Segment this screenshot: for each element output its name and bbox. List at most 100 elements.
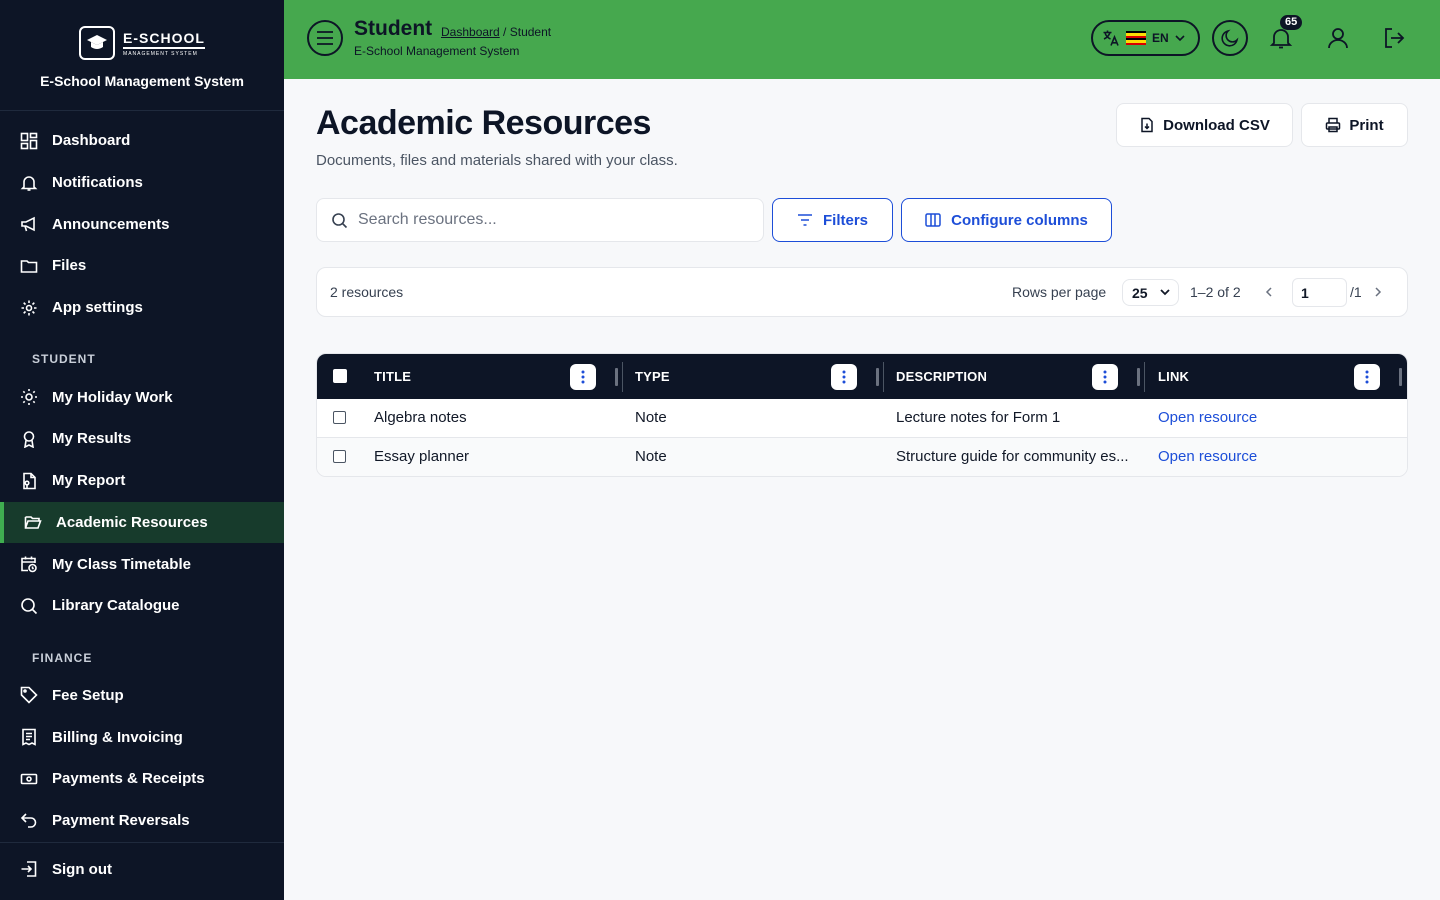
notification-count-badge: 65 (1280, 15, 1303, 30)
chevron-down-icon (1159, 289, 1170, 296)
column-menu-button[interactable] (570, 364, 596, 390)
kebab-menu-icon (1103, 370, 1107, 384)
filters-button[interactable]: Filters (772, 198, 893, 242)
breadcrumb-current: Student (509, 25, 552, 39)
sidebar-item-results[interactable]: My Results (0, 418, 284, 460)
row-checkbox[interactable] (333, 411, 346, 424)
page-total: /1 (1350, 284, 1362, 300)
column-label: TYPE (635, 369, 670, 384)
sign-out-button[interactable]: Sign out (0, 843, 284, 895)
filter-icon (797, 214, 812, 226)
search-input[interactable] (358, 211, 738, 229)
column-menu-button[interactable] (831, 364, 857, 390)
rows-per-page-label: Rows per page (1012, 284, 1107, 300)
theme-toggle-button[interactable] (1212, 20, 1248, 56)
bell-icon (20, 175, 38, 191)
printer-icon (1326, 117, 1341, 133)
page-title: Academic Resources (316, 104, 651, 142)
kebab-menu-icon (1365, 370, 1369, 384)
sidebar-item-label: My Results (52, 430, 132, 448)
column-divider (883, 362, 884, 392)
column-header-link[interactable]: LINK (1158, 354, 1189, 399)
user-icon (1328, 28, 1348, 49)
sidebar-item-announcements[interactable]: Announcements (0, 203, 284, 245)
column-resize-handle[interactable] (1137, 368, 1140, 386)
column-menu-button[interactable] (1092, 364, 1118, 390)
column-menu-button[interactable] (1354, 364, 1380, 390)
sidebar-item-label: Academic Resources (56, 513, 208, 531)
search-box (316, 198, 764, 242)
column-label: DESCRIPTION (896, 369, 988, 384)
column-resize-handle[interactable] (615, 368, 618, 386)
sidebar-section-student: STUDENT (32, 352, 96, 367)
undo-icon (20, 813, 37, 829)
sidebar-item-app-settings[interactable]: App settings (0, 287, 284, 329)
sidebar-item-label: Dashboard (52, 132, 131, 150)
table-row[interactable]: Essay planner Note Structure guide for c… (317, 438, 1407, 476)
sidebar-item-holiday-work[interactable]: My Holiday Work (0, 376, 284, 418)
sidebar-item-notifications[interactable]: Notifications (0, 162, 284, 204)
column-resize-handle[interactable] (876, 368, 879, 386)
open-resource-link[interactable]: Open resource (1158, 409, 1257, 426)
invoice-icon (22, 728, 36, 746)
row-checkbox[interactable] (333, 450, 346, 463)
banknote-icon (20, 773, 38, 785)
column-header-title[interactable]: TITLE (374, 354, 411, 399)
sidebar-item-fee-setup[interactable]: Fee Setup (0, 675, 284, 717)
sign-out-icon (21, 861, 37, 877)
logo-main-text: E-SCHOOL (123, 30, 205, 49)
sidebar-item-label: My Holiday Work (52, 388, 173, 406)
notifications-button[interactable] (1269, 26, 1293, 55)
download-csv-label: Download CSV (1163, 116, 1270, 134)
cell-description: Structure guide for community es... (896, 448, 1129, 465)
sidebar-item-academic-resources[interactable]: Academic Resources (0, 501, 284, 544)
next-page-button[interactable] (1374, 285, 1382, 303)
menu-icon (317, 31, 333, 45)
column-divider (622, 362, 623, 392)
columns-icon (925, 213, 941, 227)
select-all-checkbox[interactable] (333, 369, 347, 383)
sidebar-item-library-catalogue[interactable]: Library Catalogue (0, 585, 284, 627)
page-number-input[interactable]: 1 (1292, 278, 1347, 307)
logout-button[interactable] (1382, 26, 1406, 55)
sidebar-item-files[interactable]: Files (0, 245, 284, 287)
report-icon (23, 472, 36, 489)
breadcrumb-dashboard-link[interactable]: Dashboard (441, 25, 500, 39)
column-resize-handle[interactable] (1399, 368, 1402, 386)
sidebar-item-dashboard[interactable]: Dashboard (0, 120, 284, 162)
table-row[interactable]: Algebra notes Note Lecture notes for For… (317, 399, 1407, 438)
menu-toggle-button[interactable] (307, 20, 343, 56)
sidebar-item-report[interactable]: My Report (0, 460, 284, 502)
column-header-type[interactable]: TYPE (635, 354, 670, 399)
configure-columns-button[interactable]: Configure columns (901, 198, 1112, 242)
cell-type: Note (635, 448, 667, 465)
prev-page-button[interactable] (1265, 285, 1273, 303)
sidebar-item-billing[interactable]: Billing & Invoicing (0, 716, 284, 758)
uganda-flag-icon (1126, 31, 1146, 45)
header-title: Student (354, 17, 433, 40)
sidebar-item-label: Payments & Receipts (52, 770, 205, 788)
signout-section: Sign out (0, 842, 284, 900)
profile-button[interactable] (1326, 26, 1350, 55)
search-icon (21, 597, 38, 614)
sidebar-item-label: My Class Timetable (52, 555, 191, 573)
chevron-left-icon (1265, 287, 1272, 297)
sidebar-item-payment-reversals[interactable]: Payment Reversals (0, 800, 284, 842)
top-header: Student Dashboard / Student E-School Man… (284, 0, 1440, 79)
translate-icon (1103, 30, 1119, 46)
language-selector[interactable]: EN (1091, 20, 1200, 56)
sidebar-item-class-timetable[interactable]: My Class Timetable (0, 543, 284, 585)
rows-per-page-select[interactable]: 25 (1122, 279, 1179, 306)
sidebar-item-payments[interactable]: Payments & Receipts (0, 758, 284, 800)
graduation-cap-icon (79, 26, 116, 60)
filters-label: Filters (822, 211, 868, 229)
print-button[interactable]: Print (1301, 103, 1408, 147)
download-csv-button[interactable]: Download CSV (1116, 103, 1293, 147)
logo[interactable]: E-SCHOOL MANAGEMENT SYSTEM (79, 26, 205, 60)
open-resource-link[interactable]: Open resource (1158, 448, 1257, 465)
sidebar-item-label: Payment Reversals (52, 811, 190, 829)
sidebar-item-label: My Report (52, 472, 126, 490)
column-header-description[interactable]: DESCRIPTION (896, 354, 987, 399)
cell-title: Essay planner (374, 448, 470, 465)
gear-icon (21, 300, 37, 316)
